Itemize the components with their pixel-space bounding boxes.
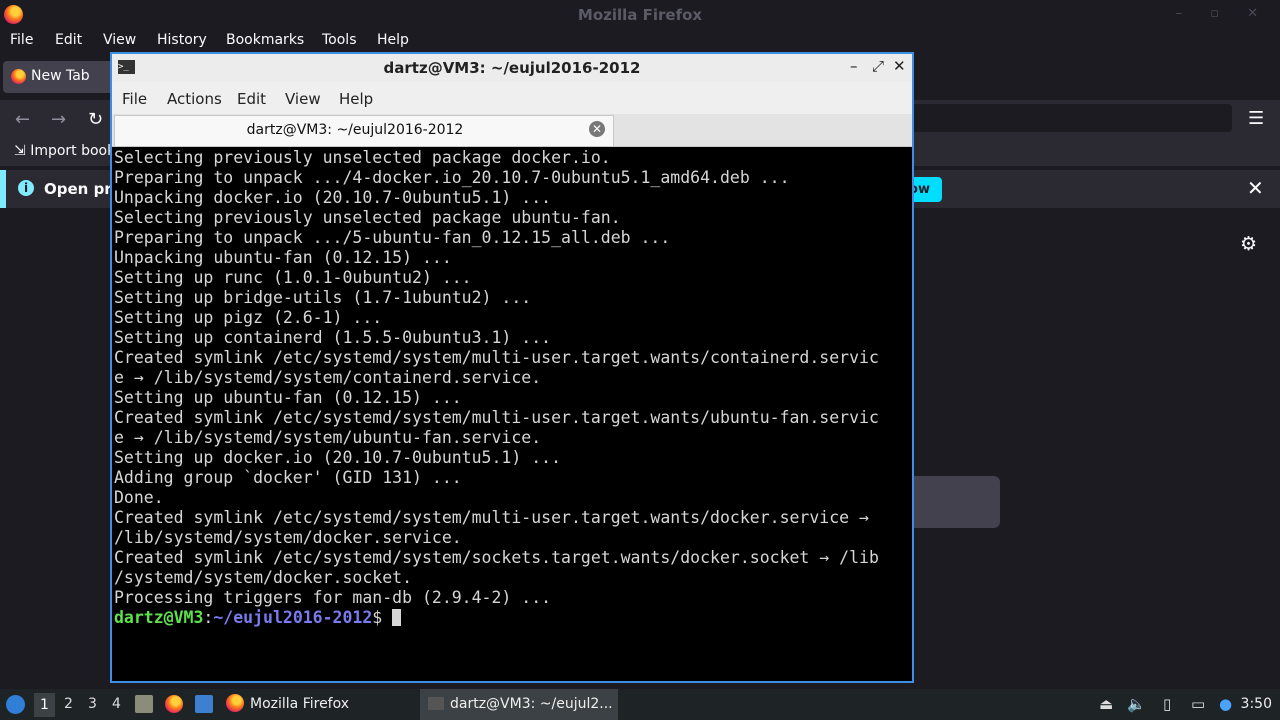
- ff-menu-edit[interactable]: Edit: [55, 32, 82, 48]
- info-icon: i: [18, 180, 34, 196]
- desktop-icon[interactable]: [195, 695, 213, 713]
- terminal-tabbar: dartz@VM3: ~/eujul2016-2012 ✕: [112, 114, 912, 147]
- terminal-line: Selecting previously unselected package …: [114, 208, 621, 227]
- terminal-line: Setting up bridge-utils (1.7-1ubuntu2) .…: [114, 288, 532, 307]
- terminal-line: Selecting previously unselected package …: [114, 148, 611, 167]
- reload-icon[interactable]: ↻: [88, 109, 103, 130]
- text-cursor: [392, 609, 402, 626]
- terminal-line: Preparing to unpack .../4-docker.io_20.1…: [114, 168, 790, 187]
- terminal-line: Processing triggers for man-db (2.9.4-2)…: [114, 588, 552, 607]
- terminal-line: Setting up containerd (1.5.5-0ubuntu3.1)…: [114, 328, 552, 347]
- firefox-window-controls[interactable]: – ▫ ✕: [1176, 6, 1270, 21]
- terminal-output[interactable]: Selecting previously unselected package …: [114, 148, 910, 681]
- prompt-path: ~/eujul2016-2012: [213, 608, 373, 627]
- terminal-line: Setting up pigz (2.6-1) ...: [114, 308, 383, 327]
- firefox-window-title: Mozilla Firefox: [577, 6, 703, 24]
- term-menu-file[interactable]: File: [122, 90, 147, 108]
- taskbar: 1 2 3 4 Mozilla Firefox dartz@VM3: ~/euj…: [0, 689, 1280, 720]
- workspace-3[interactable]: 3: [88, 696, 97, 712]
- prompt-separator: :: [203, 608, 214, 627]
- term-menu-actions[interactable]: Actions: [167, 90, 222, 108]
- import-bookmarks-button[interactable]: ⇲ Import book: [14, 143, 115, 159]
- firefox-titlebar: Mozilla Firefox – ▫ ✕: [0, 0, 1280, 30]
- terminal-prompt: dartz@VM3:~/eujul2016-2012$: [114, 608, 910, 628]
- term-menu-view[interactable]: View: [285, 90, 321, 108]
- url-bar[interactable]: [912, 104, 1232, 132]
- close-window-icon[interactable]: ✕: [893, 57, 906, 75]
- terminal-titlebar[interactable]: >_ dartz@VM3: ~/eujul2016-2012 – ⤢ ✕: [112, 54, 912, 82]
- terminal-window-title: dartz@VM3: ~/eujul2016-2012: [383, 59, 641, 77]
- newtab-search-box[interactable]: [900, 476, 1000, 528]
- task-firefox-label: Mozilla Firefox: [250, 696, 350, 712]
- task-terminal-label: dartz@VM3: ~/eujul2...: [450, 696, 613, 712]
- terminal-line: Created symlink /etc/systemd/system/sock…: [114, 548, 879, 567]
- start-menu-icon[interactable]: [6, 695, 25, 714]
- notification-icon[interactable]: ●: [1219, 695, 1232, 713]
- hamburger-menu-icon[interactable]: ☰: [1248, 108, 1264, 129]
- terminal-line: /lib/systemd/system/docker.service.: [114, 528, 462, 547]
- ff-menu-history[interactable]: History: [157, 32, 207, 48]
- firefox-launcher-icon[interactable]: [165, 695, 183, 713]
- term-menu-edit[interactable]: Edit: [237, 90, 266, 108]
- clipboard-icon[interactable]: ▯: [1163, 695, 1171, 713]
- tab-new-tab[interactable]: New Tab: [3, 61, 115, 93]
- prompt-user: dartz@VM3: [114, 608, 204, 627]
- clock: 3:50: [1240, 696, 1272, 712]
- terminal-window: >_ dartz@VM3: ~/eujul2016-2012 – ⤢ ✕ Fil…: [110, 52, 914, 683]
- term-menu-help[interactable]: Help: [339, 90, 373, 108]
- firefox-task-icon: [226, 694, 244, 712]
- import-bookmarks-label: Import book: [30, 143, 116, 159]
- prompt-symbol: $: [372, 608, 393, 627]
- volume-icon[interactable]: 🔈: [1127, 695, 1146, 713]
- gear-icon[interactable]: ⚙: [1240, 233, 1257, 255]
- maximize-icon[interactable]: ⤢: [872, 57, 884, 75]
- terminal-tab-label: dartz@VM3: ~/eujul2016-2012: [246, 122, 464, 138]
- task-firefox[interactable]: Mozilla Firefox: [222, 689, 412, 720]
- terminal-line: e → /lib/systemd/system/containerd.servi…: [114, 368, 542, 387]
- tab-label: New Tab: [31, 68, 90, 84]
- eject-icon[interactable]: ⏏: [1099, 695, 1113, 713]
- notification-accent: [0, 170, 6, 208]
- close-icon[interactable]: ✕: [1247, 176, 1264, 200]
- terminal-tab[interactable]: dartz@VM3: ~/eujul2016-2012 ✕: [114, 115, 614, 146]
- terminal-line: Setting up docker.io (20.10.7-0ubuntu5.1…: [114, 448, 562, 467]
- terminal-lines: Selecting previously unselected package …: [114, 148, 910, 608]
- file-manager-icon[interactable]: [135, 695, 153, 713]
- terminal-line: /systemd/system/docker.socket.: [114, 568, 413, 587]
- back-arrow-icon[interactable]: ←: [15, 109, 30, 130]
- terminal-line: Preparing to unpack .../5-ubuntu-fan_0.1…: [114, 228, 671, 247]
- close-tab-icon[interactable]: ✕: [589, 121, 605, 137]
- terminal-line: e → /lib/systemd/system/ubuntu-fan.servi…: [114, 428, 542, 447]
- terminal-line: Created symlink /etc/systemd/system/mult…: [114, 508, 869, 527]
- terminal-menubar: File Actions Edit View Help: [112, 82, 912, 114]
- network-icon[interactable]: ▭: [1191, 695, 1205, 713]
- terminal-line: Setting up ubuntu-fan (0.12.15) ...: [114, 388, 462, 407]
- minimize-icon[interactable]: –: [850, 57, 858, 75]
- workspace-2[interactable]: 2: [64, 696, 73, 712]
- terminal-line: Created symlink /etc/systemd/system/mult…: [114, 348, 879, 367]
- terminal-line: Setting up runc (1.0.1-0ubuntu2) ...: [114, 268, 472, 287]
- terminal-line: Adding group `docker' (GID 131) ...: [114, 468, 462, 487]
- workspace-1[interactable]: 1: [34, 693, 55, 717]
- terminal-line: Done.: [114, 488, 164, 507]
- ff-menu-bookmarks[interactable]: Bookmarks: [226, 32, 304, 48]
- firefox-menubar: File Edit View History Bookmarks Tools H…: [0, 30, 1280, 52]
- ff-menu-tools[interactable]: Tools: [322, 32, 357, 48]
- terminal-line: Created symlink /etc/systemd/system/mult…: [114, 408, 879, 427]
- terminal-task-icon: [428, 697, 444, 710]
- terminal-line: Unpacking ubuntu-fan (0.12.15) ...: [114, 248, 452, 267]
- firefox-tab-icon: [11, 69, 26, 84]
- workspace-4[interactable]: 4: [112, 696, 121, 712]
- ff-menu-file[interactable]: File: [10, 32, 33, 48]
- forward-arrow-icon[interactable]: →: [51, 109, 66, 130]
- ff-menu-help[interactable]: Help: [377, 32, 409, 48]
- task-terminal[interactable]: dartz@VM3: ~/eujul2...: [420, 689, 618, 720]
- terminal-line: Unpacking docker.io (20.10.7-0ubuntu5.1)…: [114, 188, 552, 207]
- ff-menu-view[interactable]: View: [103, 32, 136, 48]
